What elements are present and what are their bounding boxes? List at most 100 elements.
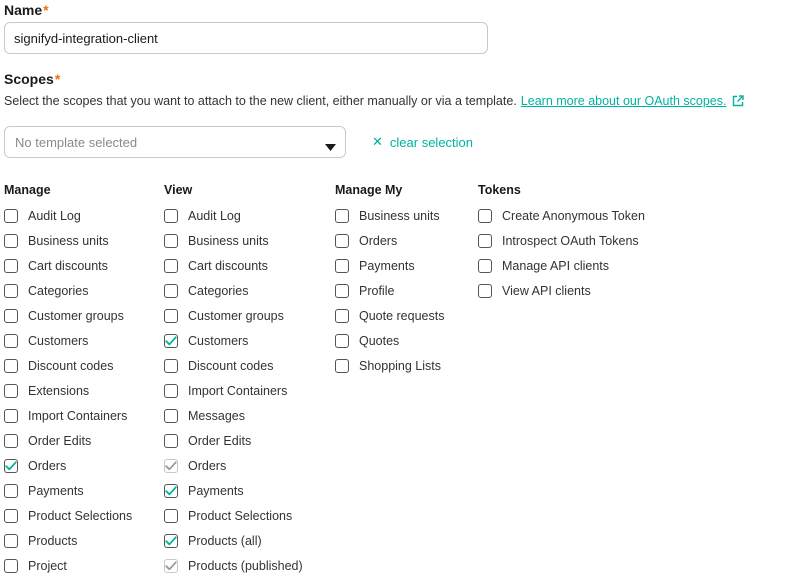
checkbox[interactable]: [164, 484, 178, 498]
template-select-placeholder: No template selected: [15, 135, 138, 150]
scope-manage-import-containers[interactable]: Import Containers: [4, 407, 127, 425]
template-select[interactable]: No template selected: [4, 126, 346, 158]
checkbox[interactable]: [4, 384, 18, 398]
name-input[interactable]: [4, 22, 488, 54]
checkbox[interactable]: [164, 384, 178, 398]
checkmark-icon: [165, 461, 177, 471]
scope-manage-my-business-units[interactable]: Business units: [335, 207, 440, 225]
scope-manage-my-shopping-lists[interactable]: Shopping Lists: [335, 357, 441, 375]
scope-view-discount-codes[interactable]: Discount codes: [164, 357, 273, 375]
checkbox[interactable]: [335, 209, 349, 223]
checkbox[interactable]: [4, 309, 18, 323]
external-link-icon[interactable]: [732, 95, 745, 110]
checkbox-label: Introspect OAuth Tokens: [502, 234, 639, 248]
checkbox[interactable]: [164, 534, 178, 548]
checkbox-label: Cart discounts: [28, 259, 108, 273]
scope-manage-project[interactable]: Project: [4, 557, 67, 575]
checkbox[interactable]: [164, 309, 178, 323]
checkbox-label: Messages: [188, 409, 245, 423]
checkbox-label: Orders: [188, 459, 227, 473]
checkbox[interactable]: [478, 209, 492, 223]
scope-tokens-create-anonymous-token[interactable]: Create Anonymous Token: [478, 207, 645, 225]
scope-manage-product-selections[interactable]: Product Selections: [4, 507, 132, 525]
checkbox[interactable]: [4, 559, 18, 573]
scope-view-products-all[interactable]: Products (all): [164, 532, 262, 550]
checkbox[interactable]: [335, 259, 349, 273]
scope-view-audit-log[interactable]: Audit Log: [164, 207, 241, 225]
scope-manage-my-profile[interactable]: Profile: [335, 282, 394, 300]
scope-view-business-units[interactable]: Business units: [164, 232, 269, 250]
scope-manage-products[interactable]: Products: [4, 532, 77, 550]
checkbox[interactable]: [478, 284, 492, 298]
checkbox[interactable]: [4, 459, 18, 473]
scope-manage-audit-log[interactable]: Audit Log: [4, 207, 81, 225]
scope-manage-customers[interactable]: Customers: [4, 332, 88, 350]
scope-view-customers[interactable]: Customers: [164, 332, 248, 350]
checkbox-label: Categories: [188, 284, 249, 298]
scope-manage-payments[interactable]: Payments: [4, 482, 84, 500]
checkbox[interactable]: [164, 234, 178, 248]
checkbox[interactable]: [335, 359, 349, 373]
scope-manage-cart-discounts[interactable]: Cart discounts: [4, 257, 108, 275]
oauth-scopes-link[interactable]: Learn more about our OAuth scopes.: [521, 94, 727, 108]
scope-manage-discount-codes[interactable]: Discount codes: [4, 357, 113, 375]
scope-view-order-edits[interactable]: Order Edits: [164, 432, 251, 450]
checkmark-icon: [165, 486, 177, 496]
scope-manage-orders[interactable]: Orders: [4, 457, 66, 475]
checkbox[interactable]: [4, 259, 18, 273]
checkbox[interactable]: [4, 484, 18, 498]
checkbox-label: Quotes: [359, 334, 400, 348]
checkbox[interactable]: [4, 534, 18, 548]
scope-manage-business-units[interactable]: Business units: [4, 232, 109, 250]
clear-selection-label: clear selection: [389, 134, 474, 150]
checkbox[interactable]: [4, 209, 18, 223]
checkbox[interactable]: [335, 234, 349, 248]
scope-manage-my-orders[interactable]: Orders: [335, 232, 397, 250]
scope-manage-extensions[interactable]: Extensions: [4, 382, 89, 400]
scope-manage-my-payments[interactable]: Payments: [335, 257, 415, 275]
scope-manage-categories[interactable]: Categories: [4, 282, 88, 300]
checkbox[interactable]: [164, 209, 178, 223]
checkbox[interactable]: [4, 334, 18, 348]
scopes-help: Select the scopes that you want to attac…: [4, 94, 745, 110]
checkbox[interactable]: [4, 409, 18, 423]
scope-view-products-published: Products (published): [164, 557, 303, 575]
checkbox[interactable]: [164, 284, 178, 298]
scope-view-messages[interactable]: Messages: [164, 407, 245, 425]
checkbox[interactable]: [164, 434, 178, 448]
checkbox-label: Order Edits: [28, 434, 92, 448]
scope-manage-customer-groups[interactable]: Customer groups: [4, 307, 124, 325]
scope-view-customer-groups[interactable]: Customer groups: [164, 307, 284, 325]
checkbox-label: Import Containers: [28, 409, 128, 423]
scope-view-product-selections[interactable]: Product Selections: [164, 507, 292, 525]
checkbox[interactable]: [164, 259, 178, 273]
scope-view-payments[interactable]: Payments: [164, 482, 244, 500]
scope-tokens-introspect-oauth-tokens[interactable]: Introspect OAuth Tokens: [478, 232, 639, 250]
checkbox[interactable]: [164, 509, 178, 523]
checkbox[interactable]: [478, 234, 492, 248]
required-asterisk: *: [54, 71, 61, 87]
checkbox[interactable]: [478, 259, 492, 273]
checkbox[interactable]: [335, 334, 349, 348]
scope-manage-my-quote-requests[interactable]: Quote requests: [335, 307, 444, 325]
column-heading-manage-my: Manage My: [335, 183, 403, 197]
clear-selection-button[interactable]: ✕ clear selection: [372, 134, 473, 150]
checkbox-label: Cart discounts: [188, 259, 268, 273]
checkbox[interactable]: [164, 334, 178, 348]
checkbox[interactable]: [4, 509, 18, 523]
checkbox[interactable]: [4, 359, 18, 373]
checkbox[interactable]: [164, 409, 178, 423]
scope-manage-order-edits[interactable]: Order Edits: [4, 432, 91, 450]
checkbox[interactable]: [335, 309, 349, 323]
scope-view-import-containers[interactable]: Import Containers: [164, 382, 287, 400]
checkbox[interactable]: [164, 359, 178, 373]
scope-view-categories[interactable]: Categories: [164, 282, 248, 300]
checkbox[interactable]: [335, 284, 349, 298]
scope-tokens-manage-api-clients[interactable]: Manage API clients: [478, 257, 609, 275]
checkbox[interactable]: [4, 434, 18, 448]
scope-tokens-view-api-clients[interactable]: View API clients: [478, 282, 591, 300]
scope-manage-my-quotes[interactable]: Quotes: [335, 332, 399, 350]
checkbox[interactable]: [4, 234, 18, 248]
scope-view-cart-discounts[interactable]: Cart discounts: [164, 257, 268, 275]
checkbox[interactable]: [4, 284, 18, 298]
